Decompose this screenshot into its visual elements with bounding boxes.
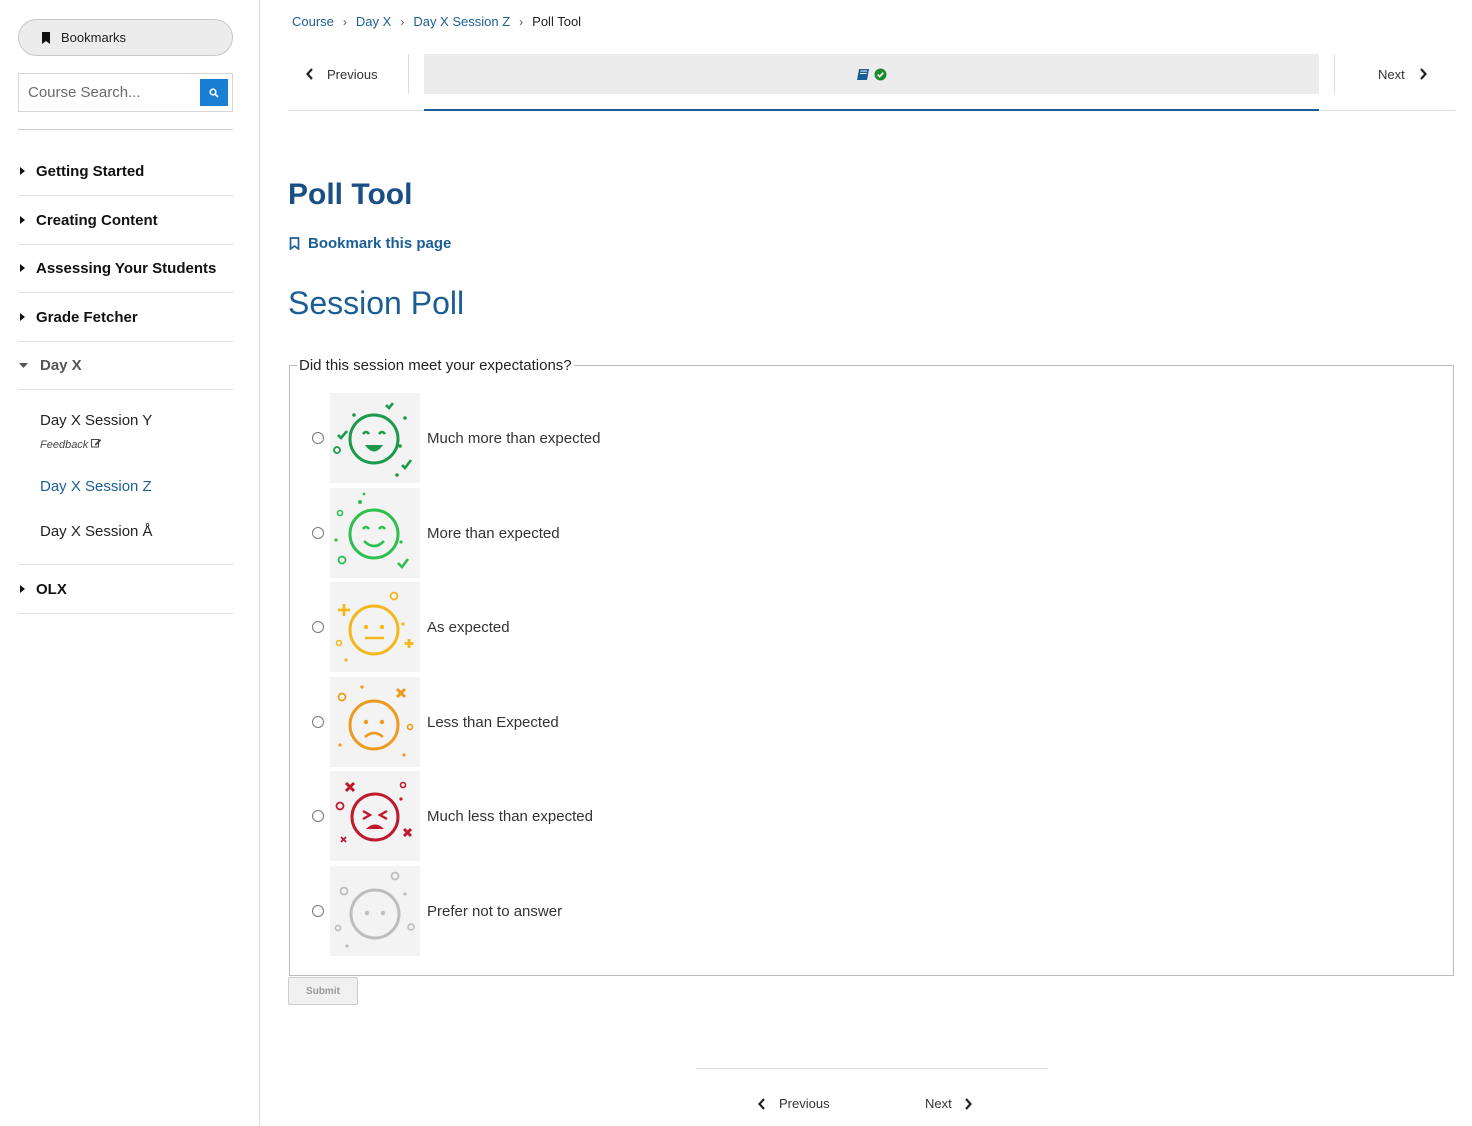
section-title: Session Poll	[288, 285, 465, 321]
poll-option-radio[interactable]	[312, 905, 324, 917]
sidebar-item-olx[interactable]: OLX	[18, 565, 233, 614]
caret-right-icon	[20, 585, 25, 593]
feedback-label: Feedback	[40, 439, 89, 451]
poll-fieldset: Did this session meet your expectations?…	[289, 357, 1454, 976]
poll-question: Did this session meet your expectations?	[299, 357, 572, 374]
edit-icon	[91, 439, 102, 448]
previous-button[interactable]: Previous	[288, 54, 409, 94]
blank-face-icon	[330, 866, 420, 956]
search-icon	[209, 87, 219, 98]
sidebar-subitem-session-a[interactable]: Day X Session Å	[40, 523, 153, 540]
poll-option[interactable]: Much less than expected	[310, 771, 593, 861]
poll-option[interactable]: Prefer not to answer	[310, 866, 562, 956]
sidebar-item-creating-content[interactable]: Creating Content	[18, 196, 233, 245]
next-label: Next	[1378, 66, 1405, 82]
check-circle-icon	[874, 68, 887, 80]
bookmark-outline-icon	[289, 237, 300, 250]
bookmark-page-button[interactable]: Bookmark this page	[289, 235, 451, 252]
submit-button[interactable]: Submit	[288, 977, 358, 1005]
poll-option-radio[interactable]	[312, 621, 324, 633]
poll-option-radio[interactable]	[312, 527, 324, 539]
sidebar-item-getting-started[interactable]: Getting Started	[18, 147, 233, 196]
breadcrumb-session-z[interactable]: Day X Session Z	[413, 14, 510, 29]
poll-option-label: Much more than expected	[427, 429, 601, 447]
sidebar-item-label: Grade Fetcher	[36, 308, 138, 326]
neutral-face-icon	[330, 582, 420, 672]
breadcrumb: Course › Day X › Day X Session Z › Poll …	[292, 14, 581, 29]
sequence-navigation: Previous Next	[288, 54, 1455, 111]
poll-option-label: Less than Expected	[427, 713, 559, 731]
poll-option[interactable]: As expected	[310, 582, 510, 672]
unit-tab[interactable]	[424, 54, 1319, 111]
sidebar-item-label: Getting Started	[36, 162, 145, 180]
poll-option-label: Prefer not to answer	[427, 902, 563, 920]
sidebar-divider	[18, 129, 233, 130]
bookmarks-label: Bookmarks	[61, 30, 127, 45]
previous-label: Previous	[327, 66, 378, 82]
bottom-next-button[interactable]: Next	[925, 1096, 972, 1111]
breadcrumb-current: Poll Tool	[532, 14, 582, 29]
breadcrumb-separator-icon: ›	[400, 14, 405, 29]
chevron-right-icon	[1419, 68, 1427, 80]
bookmark-icon	[42, 31, 50, 44]
poll-option-label: More than expected	[427, 524, 560, 542]
caret-down-icon	[19, 363, 28, 368]
poll-option[interactable]: Less than Expected	[310, 677, 559, 767]
sidebar-subitem-session-z[interactable]: Day X Session Z	[40, 478, 152, 495]
bottom-next-label: Next	[925, 1096, 952, 1111]
page-title: Poll Tool	[288, 178, 413, 211]
course-search	[18, 73, 233, 112]
feedback-note: Feedback	[40, 438, 102, 451]
breadcrumb-day-x[interactable]: Day X	[356, 14, 391, 29]
search-button[interactable]	[200, 79, 228, 106]
angry-face-icon	[330, 771, 420, 861]
sidebar-item-grade-fetcher[interactable]: Grade Fetcher	[18, 293, 233, 342]
poll-option-label: Much less than expected	[427, 807, 593, 825]
chevron-right-icon	[964, 1097, 972, 1110]
sidebar-subitem-session-y[interactable]: Day X Session Y	[40, 412, 152, 429]
happy-face-icon	[330, 488, 420, 578]
next-button[interactable]: Next	[1334, 54, 1455, 94]
breadcrumb-separator-icon: ›	[519, 14, 524, 29]
caret-right-icon	[20, 216, 25, 224]
sad-face-icon	[330, 677, 420, 767]
breadcrumb-course[interactable]: Course	[292, 14, 334, 29]
chevron-left-icon	[758, 1097, 765, 1110]
poll-option[interactable]: Much more than expected	[310, 393, 600, 483]
book-icon	[857, 68, 869, 80]
bottom-divider	[696, 1068, 1048, 1069]
breadcrumb-separator-icon: ›	[342, 14, 347, 29]
sidebar-item-label: Assessing Your Students	[36, 259, 217, 277]
poll-option[interactable]: More than expected	[310, 488, 560, 578]
bottom-previous-label: Previous	[779, 1096, 830, 1111]
caret-right-icon	[20, 167, 25, 175]
very-happy-face-icon	[330, 393, 420, 483]
chevron-left-icon	[306, 68, 313, 80]
bookmarks-button[interactable]: Bookmarks	[18, 19, 233, 56]
poll-option-label: As expected	[427, 618, 510, 636]
bottom-previous-button[interactable]: Previous	[758, 1096, 830, 1111]
sidebar-item-assessing-students[interactable]: Assessing Your Students	[18, 244, 233, 293]
sidebar-item-day-x[interactable]: Day X	[18, 341, 233, 390]
poll-option-radio[interactable]	[312, 810, 324, 822]
caret-right-icon	[20, 264, 25, 272]
course-sidebar: Bookmarks Getting Started Creating Conte…	[0, 0, 260, 1126]
poll-option-radio[interactable]	[312, 432, 324, 444]
sidebar-item-label: OLX	[36, 580, 67, 598]
sidebar-item-label: Day X	[40, 356, 82, 374]
caret-right-icon	[20, 313, 25, 321]
poll-option-radio[interactable]	[312, 716, 324, 728]
sidebar-item-label: Creating Content	[36, 211, 158, 229]
bookmark-page-label: Bookmark this page	[308, 235, 452, 252]
course-search-input[interactable]	[19, 75, 199, 110]
